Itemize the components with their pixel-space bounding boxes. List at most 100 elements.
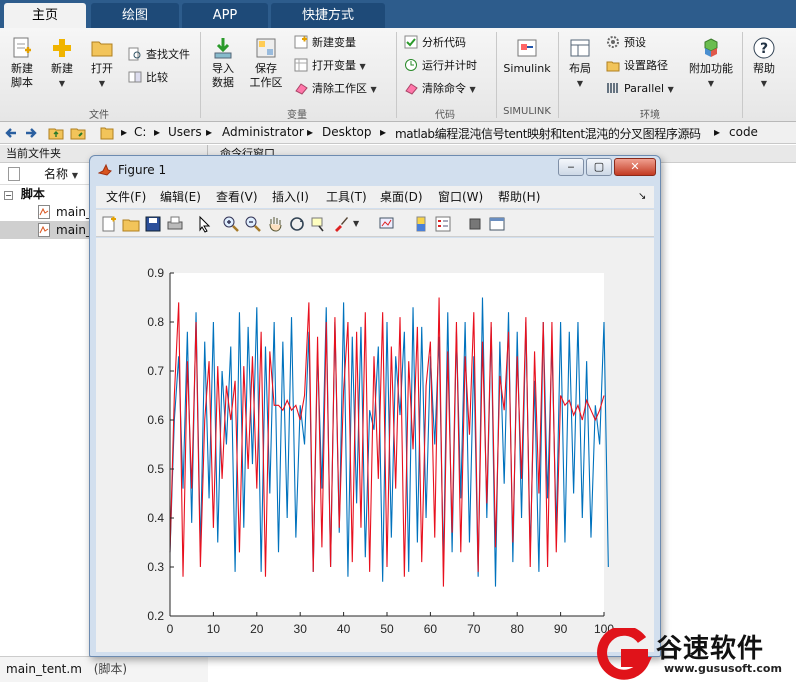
- run-and-time-button[interactable]: 运行并计时: [404, 57, 477, 75]
- clear-workspace-button[interactable]: 清除工作区 ▼: [294, 80, 377, 98]
- analyze-code-label: 分析代码: [422, 36, 466, 49]
- line-chart[interactable]: 0 10 20 30 40 50 60 70 80 90 1000.20.30.40.50.60.7…: [96, 238, 654, 652]
- menu-file[interactable]: 文件(F): [106, 186, 146, 208]
- open-button[interactable]: 打开 ▼: [86, 36, 118, 91]
- open-label: 打开: [91, 62, 113, 75]
- help-button[interactable]: ? 帮助 ▼: [748, 36, 780, 91]
- file-icon: [8, 167, 20, 181]
- tab-home[interactable]: 主页: [4, 3, 86, 28]
- tree-group-label: 脚本: [20, 187, 45, 201]
- figure-canvas[interactable]: 0 10 20 30 40 50 60 70 80 90 100 0.2 0.3 0.4 0.5 0.6 0.7…: [96, 238, 654, 652]
- layout-button[interactable]: 布局 ▼: [564, 36, 596, 91]
- layout-label: 布局: [569, 62, 591, 75]
- new-script-button[interactable]: 新建 脚本: [6, 36, 38, 90]
- zoom-out-icon[interactable]: [244, 215, 262, 233]
- menu-desktop[interactable]: 桌面(D): [380, 186, 423, 208]
- show-plot-tools-icon[interactable]: [488, 215, 506, 233]
- back-arrow-icon[interactable]: [4, 126, 18, 140]
- new-button[interactable]: 新建 ▼: [46, 36, 78, 91]
- chevron-down-icon: ▼: [98, 79, 106, 88]
- y-tick-label: 0.9: [147, 266, 164, 280]
- menu-window[interactable]: 窗口(W): [438, 186, 483, 208]
- environment-group-label: 环境: [640, 110, 660, 121]
- x-tick-label: 40: [337, 622, 351, 636]
- open-variable-button[interactable]: 打开变量 ▼: [294, 57, 366, 75]
- browse-folder-icon[interactable]: [70, 125, 86, 141]
- compare-button[interactable]: 比较: [128, 69, 168, 87]
- new-variable-button[interactable]: 新建变量: [294, 34, 356, 52]
- new-figure-icon[interactable]: [100, 215, 118, 233]
- divider: [742, 32, 743, 118]
- close-button[interactable]: ✕: [614, 158, 656, 176]
- tab-plots[interactable]: 绘图: [91, 3, 179, 28]
- colorbar-icon[interactable]: [412, 215, 430, 233]
- chevron-down-icon: ▼: [667, 85, 674, 94]
- hide-plot-tools-icon[interactable]: [466, 215, 484, 233]
- help-icon: ?: [753, 37, 775, 59]
- path-crumb[interactable]: C:: [134, 125, 146, 139]
- eraser-icon: [405, 83, 418, 95]
- save-icon[interactable]: [144, 215, 162, 233]
- up-folder-icon[interactable]: [48, 125, 64, 141]
- menu-help[interactable]: 帮助(H): [498, 186, 540, 208]
- pointer-icon[interactable]: [196, 215, 214, 233]
- simulink-label: Simulink: [503, 62, 551, 75]
- import-data-button[interactable]: 导入 数据: [206, 36, 240, 90]
- file-name: main_: [56, 223, 92, 237]
- path-crumb[interactable]: Users: [168, 125, 202, 139]
- x-tick-label: 10: [207, 622, 221, 636]
- run-and-time-icon: [405, 59, 417, 71]
- folder-icon: [100, 127, 114, 140]
- open-file-icon[interactable]: [122, 215, 140, 233]
- rotate-3d-icon[interactable]: [288, 215, 306, 233]
- find-files-button[interactable]: 查找文件: [128, 46, 190, 64]
- open-variable-icon: [294, 58, 308, 72]
- menu-tools[interactable]: 工具(T): [326, 186, 367, 208]
- figure-title-bar[interactable]: Figure 1 ‒ ▢ ✕: [90, 156, 660, 184]
- menu-insert[interactable]: 插入(I): [272, 186, 309, 208]
- path-crumb[interactable]: matlab编程混沌信号tent映射和tent混沌的分叉图程序源码: [395, 125, 701, 142]
- analyze-code-button[interactable]: 分析代码: [404, 34, 466, 52]
- minimize-button[interactable]: ‒: [558, 158, 584, 176]
- new-variable-label: 新建变量: [312, 36, 356, 49]
- save-workspace-label: 保存 工作区: [249, 62, 283, 89]
- forward-arrow-icon[interactable]: [24, 126, 38, 140]
- brush-icon[interactable]: [332, 215, 350, 233]
- path-separator: ▸: [380, 125, 387, 139]
- new-plus-icon: [53, 39, 71, 57]
- menu-edit[interactable]: 编辑(E): [160, 186, 201, 208]
- y-tick-label: 0.7: [147, 364, 164, 378]
- gear-icon: [607, 36, 619, 48]
- clear-commands-button[interactable]: 清除命令 ▼: [404, 80, 476, 98]
- logo-name: 谷速软件: [656, 634, 765, 664]
- set-path-button[interactable]: 设置路径: [606, 57, 668, 75]
- print-icon[interactable]: [166, 215, 184, 233]
- chevron-down-icon[interactable]: ▼: [353, 219, 359, 228]
- preferences-button[interactable]: 预设: [606, 34, 646, 52]
- add-ons-button[interactable]: 附加功能 ▼: [686, 36, 736, 91]
- collapse-icon[interactable]: −: [4, 191, 13, 200]
- import-data-label: 导入 数据: [212, 62, 234, 89]
- path-crumb[interactable]: Desktop: [322, 125, 372, 139]
- path-crumb[interactable]: code: [729, 125, 758, 139]
- dock-arrow-icon[interactable]: ↘: [638, 186, 646, 208]
- tab-shortcuts[interactable]: 快捷方式: [271, 3, 385, 28]
- find-files-label: 查找文件: [146, 48, 190, 61]
- parallel-button[interactable]: Parallel ▼: [606, 80, 674, 98]
- save-workspace-button[interactable]: 保存 工作区: [246, 36, 286, 90]
- path-crumb[interactable]: Administrator: [222, 125, 304, 139]
- file-name: main_: [56, 205, 92, 219]
- simulink-button[interactable]: Simulink: [502, 36, 552, 76]
- matlab-logo-icon: [98, 163, 112, 176]
- x-tick-label: 70: [467, 622, 481, 636]
- zoom-in-icon[interactable]: [222, 215, 240, 233]
- link-plot-icon[interactable]: [378, 215, 396, 233]
- path-separator: ▸: [154, 125, 161, 139]
- data-cursor-icon[interactable]: [310, 215, 328, 233]
- maximize-button[interactable]: ▢: [586, 158, 612, 176]
- menu-view[interactable]: 查看(V): [216, 186, 258, 208]
- pan-hand-icon[interactable]: [266, 215, 284, 233]
- tab-apps[interactable]: APP: [182, 3, 268, 28]
- new-script-label: 新建 脚本: [11, 62, 33, 89]
- legend-icon[interactable]: [434, 215, 452, 233]
